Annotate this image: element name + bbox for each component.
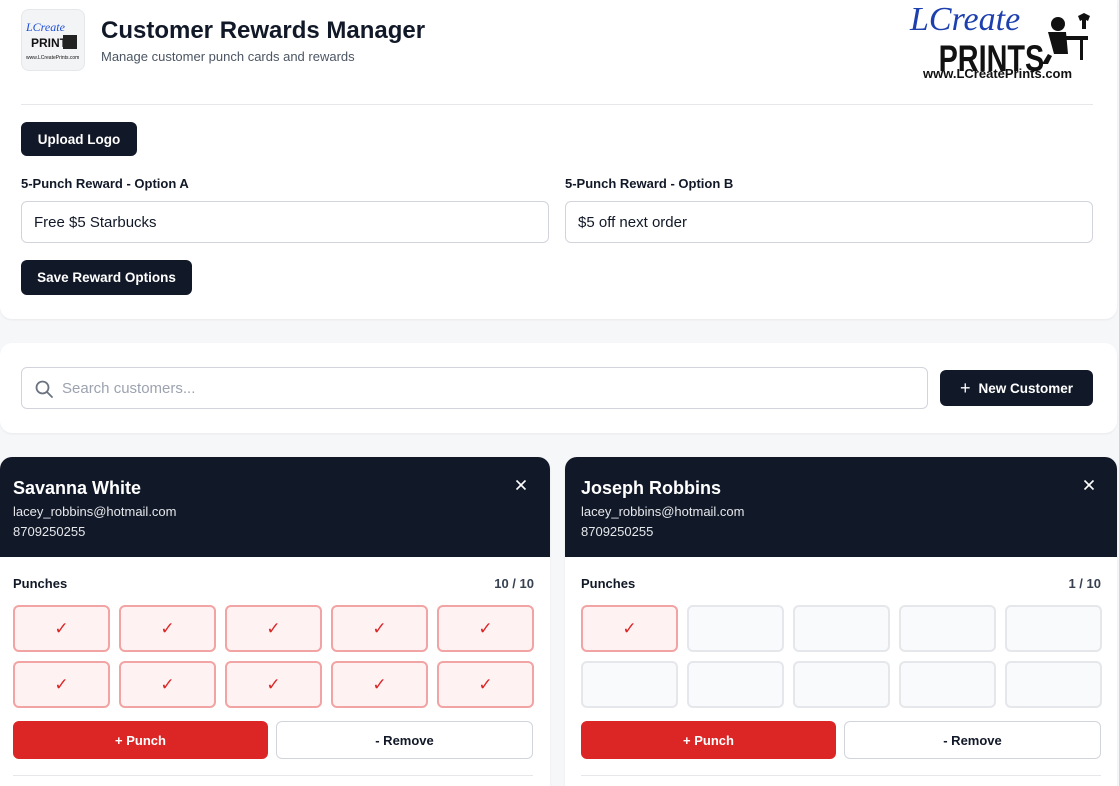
check-icon: ✓ [372, 618, 387, 638]
punch-slot-empty [687, 661, 784, 708]
punch-slot-filled: ✓ [331, 605, 428, 652]
punches-label: Punches [13, 576, 68, 591]
search-card: + New Customer [0, 343, 1117, 433]
customer-email: lacey_robbins@hotmail.com [13, 504, 177, 519]
check-icon: ✓ [160, 618, 175, 638]
new-customer-label: New Customer [978, 380, 1074, 396]
remove-punch-button[interactable]: - Remove [276, 721, 533, 759]
punch-slot-filled: ✓ [225, 605, 322, 652]
option-a-input[interactable] [21, 201, 549, 243]
card-divider [581, 775, 1101, 776]
add-punch-button[interactable]: + Punch [13, 721, 268, 759]
brand-logo: LCreate PRINTS www.LCreatePrints.com [909, 2, 1090, 81]
plus-icon: + [959, 378, 971, 398]
punch-slot-filled: ✓ [437, 661, 534, 708]
add-punch-button[interactable]: + Punch [581, 721, 836, 759]
option-a-label: 5-Punch Reward - Option A [21, 176, 189, 191]
new-customer-button[interactable]: + New Customer [940, 370, 1093, 406]
check-icon: ✓ [622, 618, 637, 638]
option-b-input[interactable] [565, 201, 1093, 243]
punch-count: 10 / 10 [494, 576, 534, 591]
save-reward-options-button[interactable]: Save Reward Options [21, 260, 192, 295]
punch-slot-empty [899, 661, 996, 708]
punch-slot-empty [793, 605, 890, 652]
customer-name: Savanna White [13, 478, 142, 498]
punch-slot-filled: ✓ [119, 605, 216, 652]
punch-slot-filled: ✓ [119, 661, 216, 708]
customer-card-header: Savanna White lacey_robbins@hotmail.com … [0, 457, 550, 557]
customer-card-header: Joseph Robbins lacey_robbins@hotmail.com… [565, 457, 1117, 557]
check-icon: ✓ [478, 618, 493, 638]
check-icon: ✓ [160, 674, 175, 694]
settings-card: LCreate PRINTS www.LCreatePrints.com Cus… [0, 0, 1117, 319]
punch-slot-filled: ✓ [13, 605, 110, 652]
svg-text:www.LCreatePrints.com: www.LCreatePrints.com [26, 55, 79, 61]
check-icon: ✓ [54, 618, 69, 638]
punch-grid: ✓ ✓ ✓ ✓ ✓ ✓ ✓ ✓ ✓ ✓ [13, 605, 534, 708]
punch-slot-empty [1005, 661, 1102, 708]
punch-slot-filled: ✓ [13, 661, 110, 708]
card-divider [13, 775, 533, 776]
customer-card: Savanna White lacey_robbins@hotmail.com … [0, 457, 550, 786]
punch-count: 1 / 10 [1068, 576, 1101, 591]
punch-slot-filled: ✓ [581, 605, 678, 652]
svg-text:www.LCreatePrints.com: www.LCreatePrints.com [922, 66, 1072, 81]
app-logo-thumbnail: LCreate PRINTS www.LCreatePrints.com [21, 9, 85, 71]
punches-label: Punches [581, 576, 636, 591]
check-icon: ✓ [266, 618, 281, 638]
customer-card: Joseph Robbins lacey_robbins@hotmail.com… [565, 457, 1117, 786]
search-icon [35, 380, 53, 398]
customer-email: lacey_robbins@hotmail.com [581, 504, 745, 519]
search-field[interactable] [21, 367, 928, 409]
page-subtitle: Manage customer punch cards and rewards [101, 49, 355, 64]
punch-slot-filled: ✓ [437, 605, 534, 652]
svg-text:LCreate: LCreate [909, 2, 1020, 38]
upload-logo-button[interactable]: Upload Logo [21, 122, 137, 156]
punch-grid: ✓ [581, 605, 1102, 708]
punch-slot-empty [1005, 605, 1102, 652]
punch-slot-empty [793, 661, 890, 708]
search-input[interactable] [62, 368, 912, 408]
check-icon: ✓ [54, 674, 69, 694]
punch-slot-empty [687, 605, 784, 652]
check-icon: ✓ [266, 674, 281, 694]
option-b-label: 5-Punch Reward - Option B [565, 176, 734, 191]
remove-punch-button[interactable]: - Remove [844, 721, 1101, 759]
customer-phone: 8709250255 [581, 524, 654, 539]
punch-slot-empty [581, 661, 678, 708]
punch-slot-filled: ✓ [331, 661, 428, 708]
check-icon: ✓ [478, 674, 493, 694]
punch-slot-filled: ✓ [225, 661, 322, 708]
customer-name: Joseph Robbins [581, 478, 722, 498]
page-title: Customer Rewards Manager [101, 17, 426, 44]
check-icon: ✓ [372, 674, 387, 694]
punch-slot-empty [899, 605, 996, 652]
customer-phone: 8709250255 [13, 524, 86, 539]
svg-text:LCreate: LCreate [25, 20, 66, 34]
header-divider [21, 104, 1093, 105]
close-icon[interactable] [1081, 477, 1097, 493]
close-icon[interactable] [513, 477, 529, 493]
